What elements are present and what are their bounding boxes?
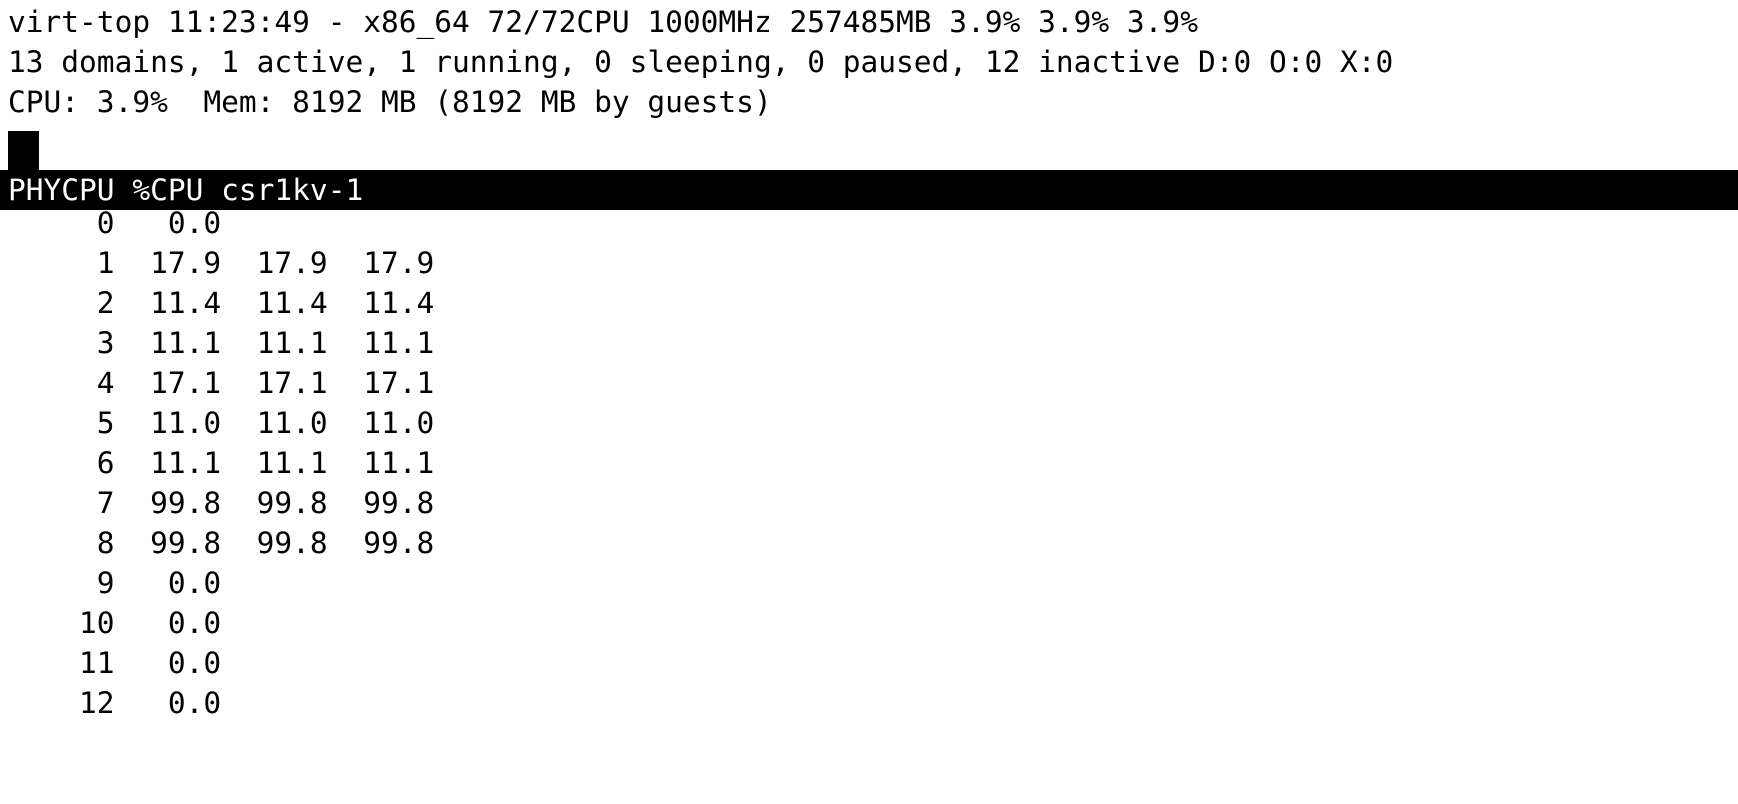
table-row: 5 11.0 11.0 11.0 <box>8 406 435 440</box>
summary-line-domains: 13 domains, 1 active, 1 running, 0 sleep… <box>8 45 1394 79</box>
table-row: 4 17.1 17.1 17.1 <box>8 366 435 400</box>
table-row: 10 0.0 <box>8 606 222 640</box>
block-cursor-icon <box>8 131 39 170</box>
summary-line-cpu-mem: CPU: 3.9% Mem: 8192 MB (8192 MB by guest… <box>8 85 772 119</box>
cpu-table-body: 0 0.0 1 17.9 17.9 17.9 2 11.4 11.4 11.4 … <box>0 203 1738 723</box>
table-row: 9 0.0 <box>8 566 222 600</box>
table-row: 12 0.0 <box>8 686 222 720</box>
table-row: 2 11.4 11.4 11.4 <box>8 286 435 320</box>
table-row: 3 11.1 11.1 11.1 <box>8 326 435 360</box>
summary-line-system: virt-top 11:23:49 - x86_64 72/72CPU 1000… <box>8 5 1198 39</box>
table-row: 1 17.9 17.9 17.9 <box>8 246 435 280</box>
terminal-screen[interactable]: virt-top 11:23:49 - x86_64 72/72CPU 1000… <box>0 0 1738 804</box>
table-row: 7 99.8 99.8 99.8 <box>8 486 435 520</box>
table-row: 6 11.1 11.1 11.1 <box>8 446 435 480</box>
table-row: 11 0.0 <box>8 646 222 680</box>
table-row: 0 0.0 <box>8 206 222 240</box>
table-row: 8 99.8 99.8 99.8 <box>8 526 435 560</box>
